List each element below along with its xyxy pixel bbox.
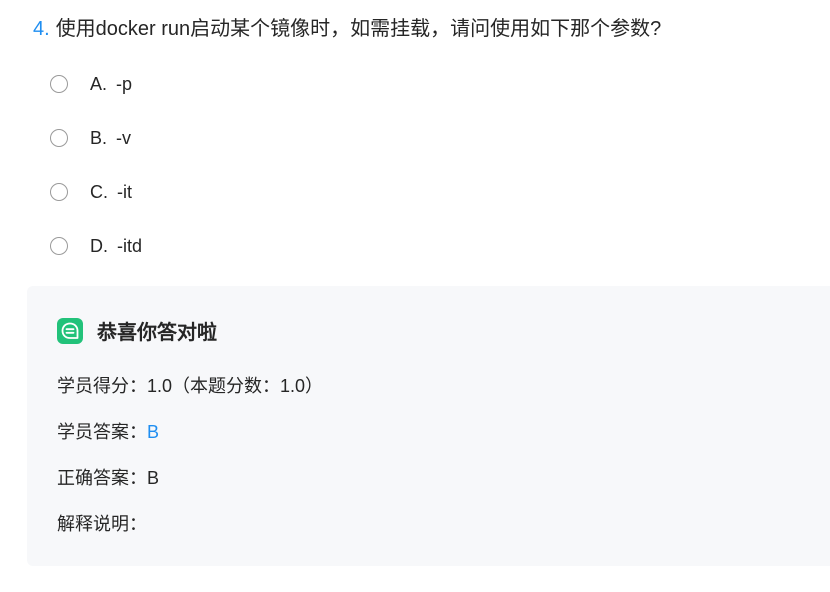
radio-button-b[interactable] <box>50 129 68 147</box>
score-value: 1.0（本题分数：1.0） <box>147 376 324 396</box>
option-text: -p <box>116 73 133 94</box>
explanation-label: 解释说明： <box>57 514 147 534</box>
option-letter: A. <box>90 73 108 94</box>
student-answer-row: 学员答案：B <box>57 419 159 445</box>
option-text: -v <box>116 127 132 148</box>
student-answer-value: B <box>147 422 160 442</box>
option-text: -it <box>117 181 132 202</box>
radio-button-a[interactable] <box>50 75 68 93</box>
option-b[interactable]: B. -v <box>50 122 142 154</box>
question-body: 使用docker run启动某个镜像时，如需挂载，请问使用如下那个参数? <box>55 18 662 40</box>
radio-button-c[interactable] <box>50 183 68 201</box>
answer-options: A. -p B. -v C. -it D. -itd <box>50 68 142 284</box>
score-row: 学员得分：1.0（本题分数：1.0） <box>57 373 323 399</box>
question-number: 4. <box>33 18 50 40</box>
option-d[interactable]: D. -itd <box>50 230 142 262</box>
radio-button-d[interactable] <box>50 237 68 255</box>
option-letter: D. <box>90 235 108 256</box>
option-letter: C. <box>90 181 108 202</box>
correct-answer-label: 正确答案： <box>57 468 147 488</box>
option-c[interactable]: C. -it <box>50 176 142 208</box>
option-text: -itd <box>117 235 143 256</box>
correct-answer-row: 正确答案：B <box>57 465 159 491</box>
student-answer-label: 学员答案： <box>57 422 147 442</box>
result-panel: 恭喜你答对啦 学员得分：1.0（本题分数：1.0） 学员答案：B 正确答案：B … <box>27 286 830 566</box>
explanation-row: 解释说明： <box>57 511 147 537</box>
result-title: 恭喜你答对啦 <box>97 322 217 344</box>
result-header: 恭喜你答对啦 <box>57 316 217 345</box>
chat-bubble-icon <box>57 317 83 344</box>
question-text: 4. 使用docker run启动某个镜像时，如需挂载，请问使用如下那个参数? <box>33 14 661 44</box>
correct-answer-value: B <box>147 468 160 488</box>
score-label: 学员得分： <box>57 376 147 396</box>
option-a[interactable]: A. -p <box>50 68 142 100</box>
option-letter: B. <box>90 127 108 148</box>
